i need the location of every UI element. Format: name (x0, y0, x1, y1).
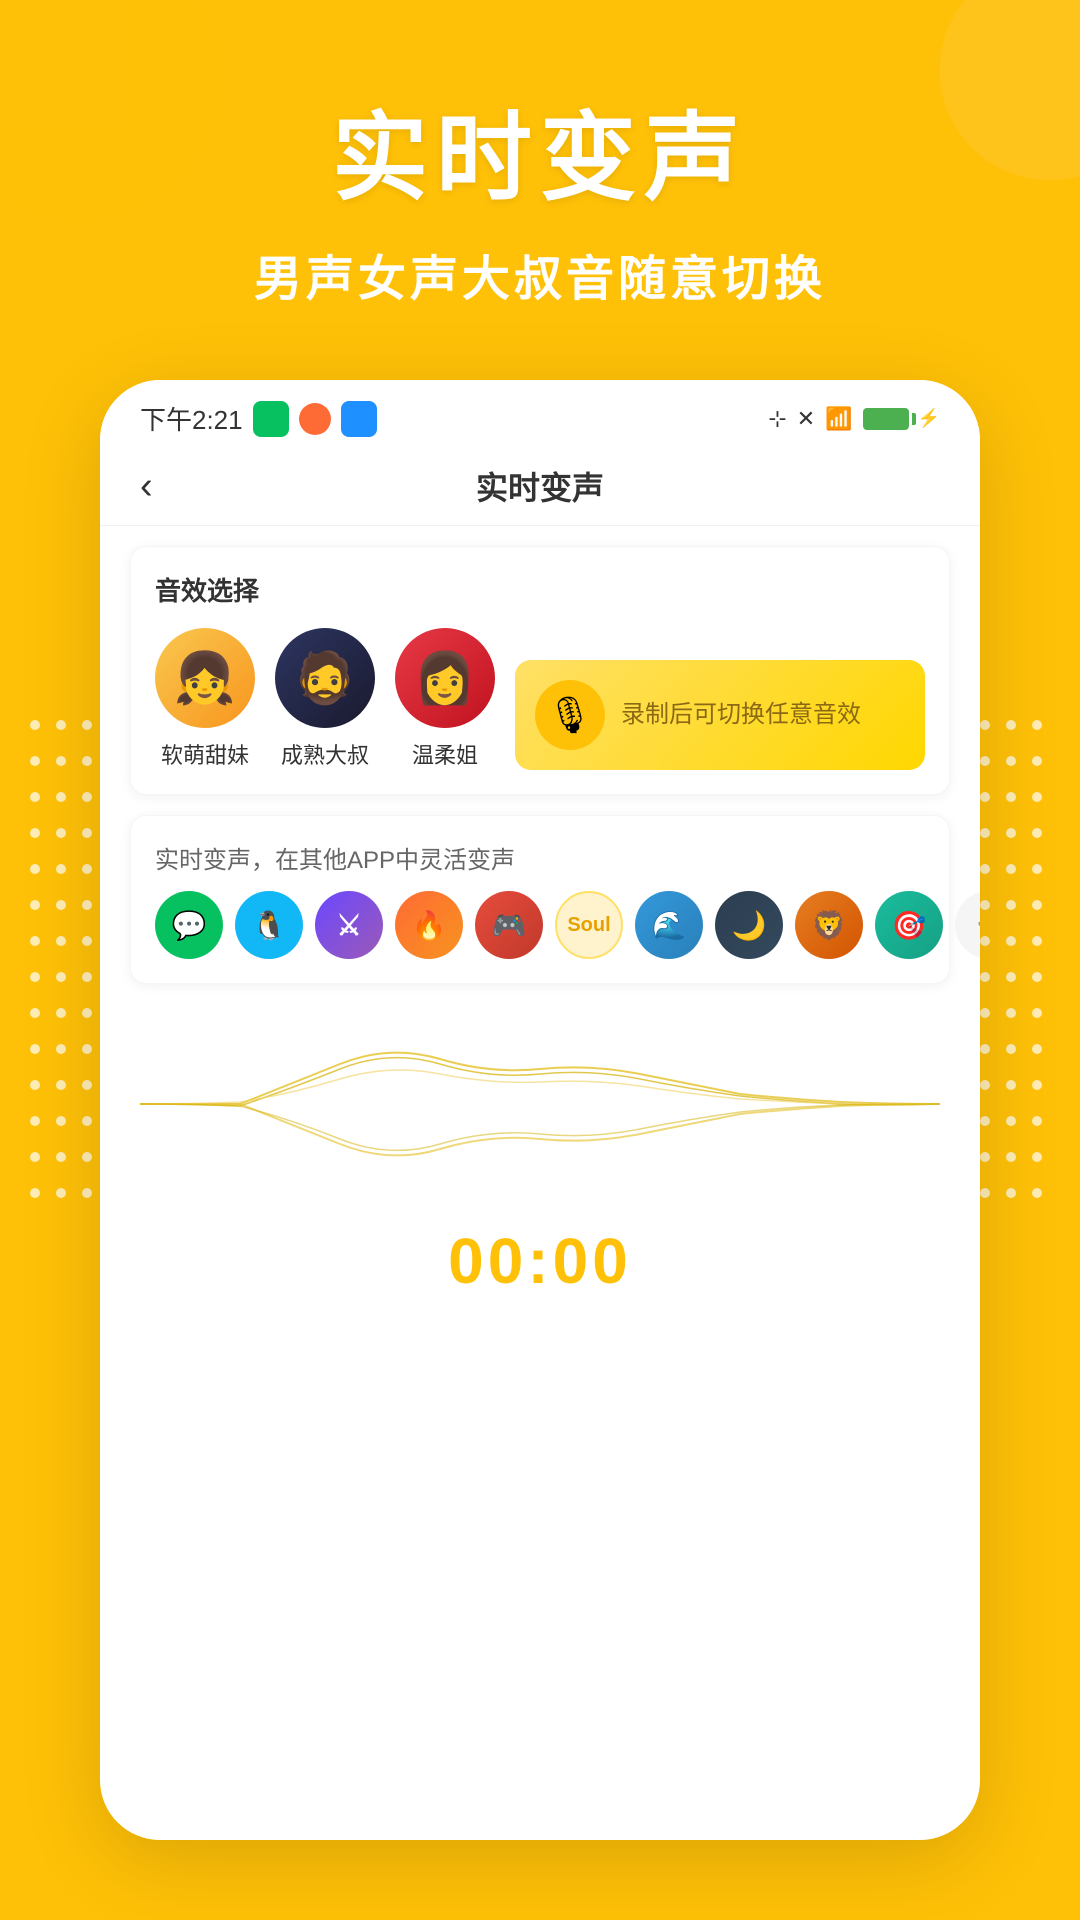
voice-option-girl[interactable]: 👧 软萌甜妹 (155, 628, 255, 770)
status-time: 下午2:21 (140, 400, 243, 437)
battery-tip (912, 413, 916, 425)
compat-card: 实时变声，在其他APP中灵活变声 💬 🐧 ⚔ 🔥 🎮 Sou (130, 815, 950, 984)
back-button[interactable]: ‹ (140, 465, 153, 508)
voice-avatar-girl: 👧 (155, 628, 255, 728)
voice-face-man: 🧔 (275, 628, 375, 728)
voice-label-girl: 软萌甜妹 (161, 738, 249, 770)
voice-avatar-gentle: 👩 (395, 628, 495, 728)
phone-mockup: 下午2:21 ⊹ ✕ 📶 ⚡ ‹ 实时变声 音效选择 (100, 380, 980, 1840)
voice-option-man[interactable]: 🧔 成熟大叔 (275, 628, 375, 770)
app-more[interactable]: ··· (955, 891, 980, 959)
main-title: 实时变声 (0, 80, 1080, 219)
app-game3[interactable]: 🎮 (475, 891, 543, 959)
bluetooth-icon: ⊹ (768, 406, 786, 432)
status-wechat-icon (253, 401, 289, 437)
app-soul[interactable]: Soul (555, 891, 623, 959)
sound-card-title: 音效选择 (155, 571, 925, 608)
timer-display: 00:00 (448, 1225, 632, 1297)
app-icons-row: 💬 🐧 ⚔ 🔥 🎮 Soul 🌊 (155, 891, 925, 959)
app-game1[interactable]: ⚔ (315, 891, 383, 959)
app-game5[interactable]: 🌙 (715, 891, 783, 959)
overlay-text: 录制后可切换任意音效 (621, 698, 861, 732)
voice-option-gentle[interactable]: 👩 温柔姐 (395, 628, 495, 770)
app-game2[interactable]: 🔥 (395, 891, 463, 959)
sound-effects-card: 音效选择 👧 软萌甜妹 🧔 成熟大叔 (130, 546, 950, 795)
compat-title: 实时变声，在其他APP中灵活变声 (155, 840, 925, 875)
status-app-icon (299, 403, 331, 435)
header-section: 实时变声 男声女声大叔音随意切换 (0, 80, 1080, 309)
app-qq[interactable]: 🐧 (235, 891, 303, 959)
voice-avatar-man: 🧔 (275, 628, 375, 728)
app-game7[interactable]: 🎯 (875, 891, 943, 959)
content-area: 音效选择 👧 软萌甜妹 🧔 成熟大叔 (100, 526, 980, 1004)
timer-area: 00:00 (100, 1204, 980, 1318)
battery-body (863, 408, 909, 430)
status-qq-icon (341, 401, 377, 437)
signal-icon: ✕ (797, 406, 815, 432)
dots-left (30, 720, 100, 1216)
sub-title: 男声女声大叔音随意切换 (0, 239, 1080, 309)
status-bar: 下午2:21 ⊹ ✕ 📶 ⚡ (100, 380, 980, 447)
app-wechat[interactable]: 💬 (155, 891, 223, 959)
nav-title: 实时变声 (476, 463, 604, 509)
status-right-icons: ⊹ ✕ 📶 ⚡ (768, 406, 940, 432)
battery-indicator: ⚡ (863, 408, 940, 430)
wifi-icon: 📶 (825, 406, 852, 432)
bolt-icon: ⚡ (918, 408, 940, 429)
mic-icon: 🎙 (535, 680, 605, 750)
soul-label: Soul (567, 914, 610, 937)
voice-options-row: 👧 软萌甜妹 🧔 成熟大叔 👩 温柔姐 (155, 628, 925, 770)
voice-face-girl: 👧 (155, 628, 255, 728)
voice-label-man: 成熟大叔 (281, 738, 369, 770)
voice-active-overlay: 🎙 录制后可切换任意音效 (515, 660, 925, 770)
voice-label-gentle: 温柔姐 (412, 738, 478, 770)
voice-face-gentle: 👩 (395, 628, 495, 728)
app-game6[interactable]: 🦁 (795, 891, 863, 959)
waveform-svg (130, 1044, 950, 1164)
app-game4[interactable]: 🌊 (635, 891, 703, 959)
waveform-area (100, 1004, 980, 1204)
dots-right (980, 720, 1050, 1216)
nav-bar: ‹ 实时变声 (100, 447, 980, 526)
